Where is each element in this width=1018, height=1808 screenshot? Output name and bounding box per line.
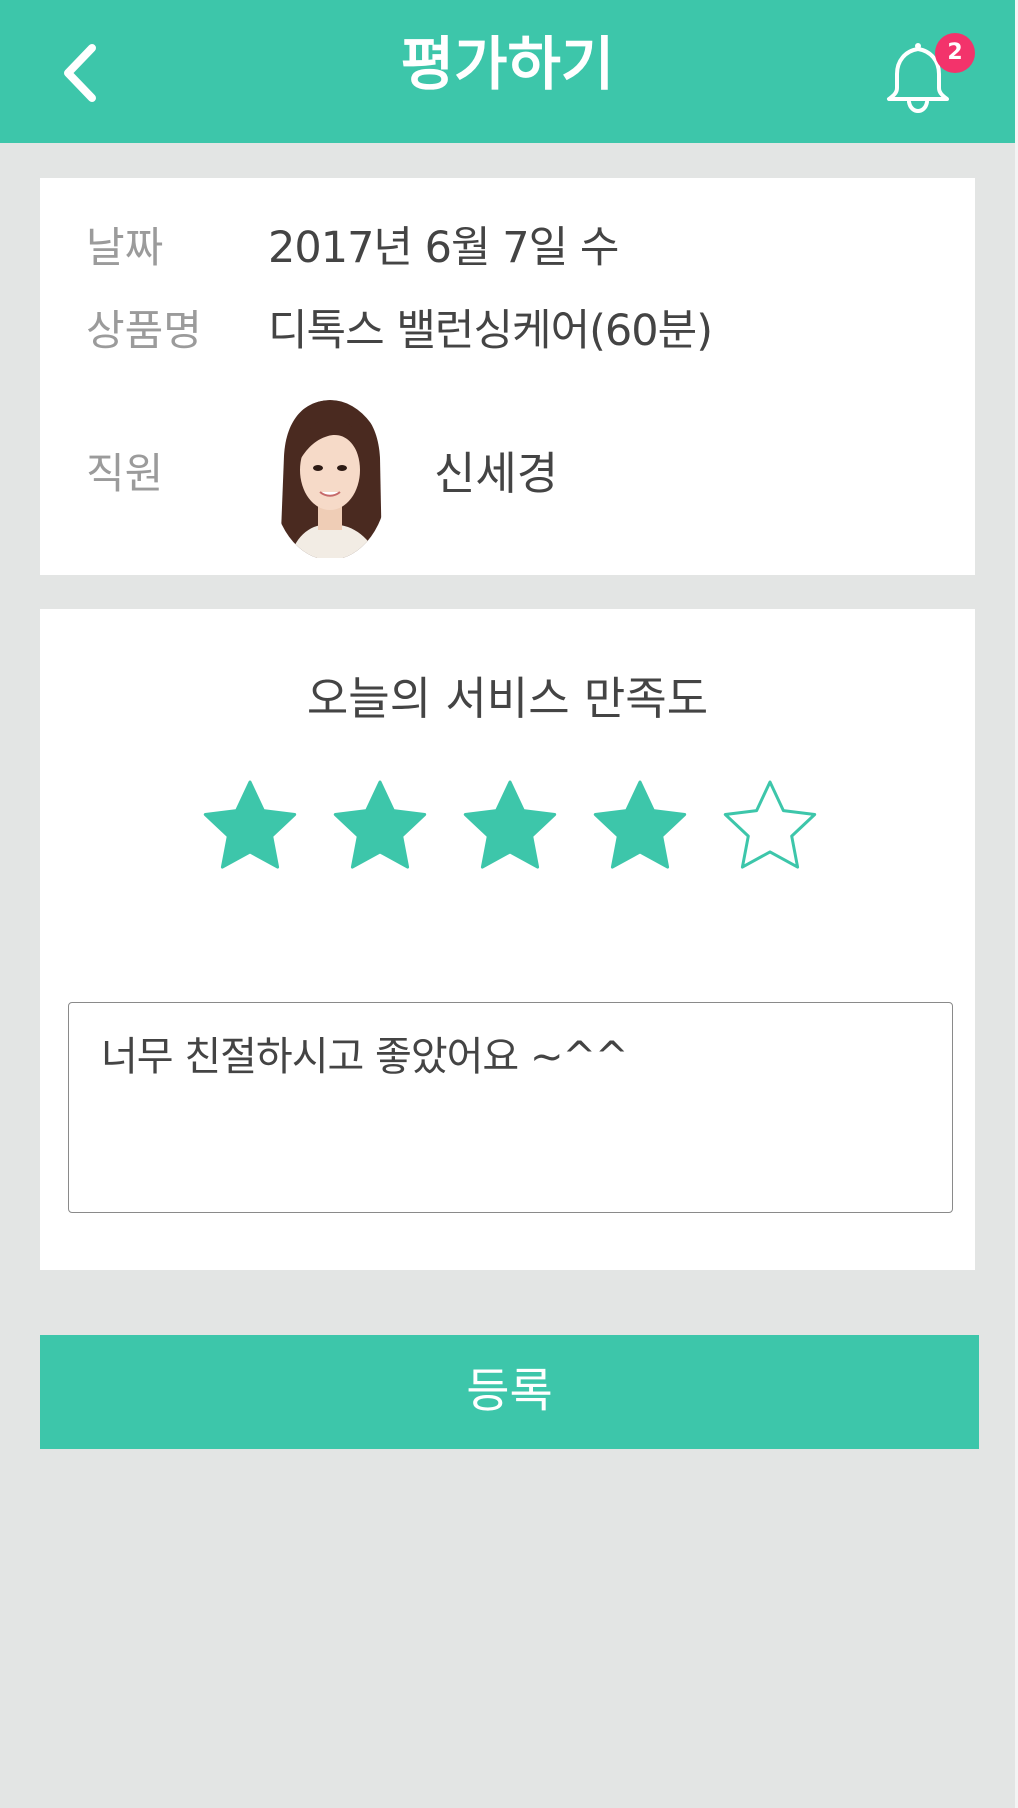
star-icon[interactable] <box>715 774 825 884</box>
star-icon[interactable] <box>455 774 565 884</box>
star-icon[interactable] <box>195 774 305 884</box>
submit-button[interactable]: 등록 <box>40 1335 979 1449</box>
staff-label: 직원 <box>86 449 164 498</box>
rating-card: 오늘의 서비스 만족도 너무 친절하시고 좋았어요 ~^^ <box>40 609 975 1270</box>
staff-avatar <box>270 396 390 558</box>
star-icon[interactable] <box>325 774 435 884</box>
star-icon[interactable] <box>585 774 695 884</box>
comment-textarea[interactable]: 너무 친절하시고 좋았어요 ~^^ <box>68 1002 953 1213</box>
date-label: 날짜 <box>86 223 164 272</box>
product-label: 상품명 <box>86 306 202 355</box>
rating-title: 오늘의 서비스 만족도 <box>306 672 709 725</box>
notification-badge: 2 <box>935 33 975 73</box>
staff-name: 신세경 <box>434 447 559 500</box>
product-value: 디톡스 밸런싱케어(60분) <box>268 306 713 356</box>
page-title: 평가하기 <box>400 30 615 98</box>
date-value: 2017년 6월 7일 수 <box>268 223 619 273</box>
star-rating <box>195 774 825 884</box>
reservation-info-card: 날짜 2017년 6월 7일 수 상품명 디톡스 밸런싱케어(60분) 직원 신… <box>40 178 975 575</box>
app-header: 평가하기 2 <box>0 0 1015 143</box>
